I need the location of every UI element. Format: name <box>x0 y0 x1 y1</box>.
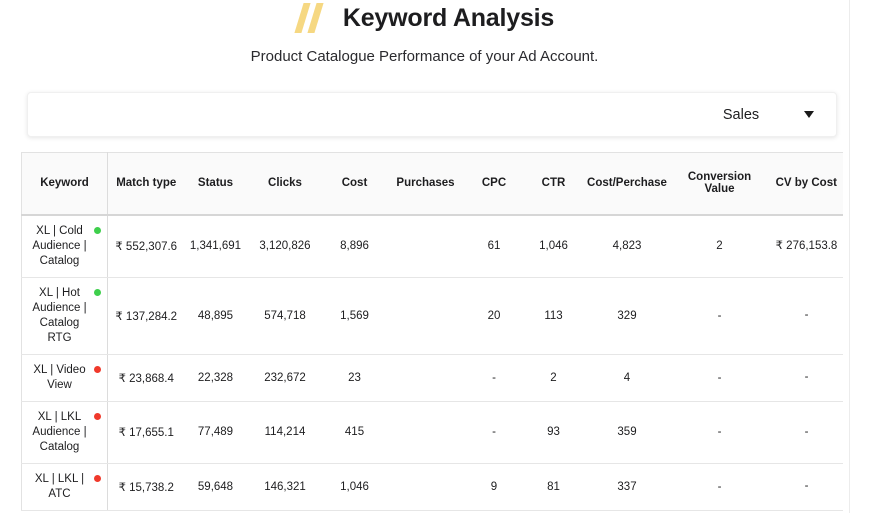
table-row[interactable]: XL | Hot Audience | Catalog RTG ₹ 137,28… <box>21 277 843 355</box>
cell-match-type: ₹ 17,655.1 <box>107 401 185 464</box>
status-dot-icon <box>94 412 101 420</box>
filter-card: Sales <box>27 92 837 137</box>
cell-conversion-value: - <box>669 354 770 402</box>
cell-cost: 8,896 <box>323 214 386 278</box>
column-header-cpc[interactable]: CPC <box>465 152 523 216</box>
cell-clicks: 3,120,826 <box>246 214 324 278</box>
title-row: Keyword Analysis <box>0 0 849 36</box>
cell-cpc: 9 <box>465 463 523 511</box>
cell-cost: 1,046 <box>323 463 386 511</box>
cell-match-type: ₹ 23,868.4 <box>107 354 185 402</box>
cell-cpc: - <box>465 401 523 464</box>
cell-extra-value: ₹ 276,153.8 <box>769 214 843 278</box>
column-header-status[interactable]: Status <box>184 152 247 216</box>
status-dot-icon <box>94 226 101 234</box>
cell-cost-per-purchase: 359 <box>584 401 670 464</box>
metric-select-value: Sales <box>722 106 760 123</box>
table-row[interactable]: XL | LKL Audience | Catalog ₹ 17,655.1 7… <box>21 401 843 464</box>
table-row[interactable]: XL | LKL | ATC ₹ 15,738.2 59,648 146,321… <box>21 463 843 511</box>
column-header-ctr[interactable]: CTR <box>522 152 585 216</box>
double-slash-icon <box>294 3 329 33</box>
column-header-cost-per-purchase[interactable]: Cost/Perchase <box>584 152 670 216</box>
cell-keyword: XL | LKL | ATC <box>21 463 108 511</box>
cell-extra-value: - <box>769 401 843 464</box>
keyword-label: XL | LKL | ATC <box>34 472 85 500</box>
column-header-cv-by-cost[interactable]: CV by Cost <box>769 152 843 216</box>
column-header-purchases[interactable]: Purchases <box>385 152 466 216</box>
cell-keyword: XL | LKL Audience | Catalog <box>21 401 108 464</box>
cell-cost-per-purchase: 337 <box>584 463 670 511</box>
cell-status: 1,341,691 <box>184 214 247 278</box>
cell-cpc: 61 <box>465 214 523 278</box>
keyword-label: XL | Video View <box>33 363 86 391</box>
column-header-clicks[interactable]: Clicks <box>246 152 324 216</box>
cell-keyword: XL | Cold Audience | Catalog <box>21 214 108 278</box>
table-header-row: Keyword Match type Status Clicks Cost Pu… <box>21 152 843 216</box>
page-subtitle: Product Catalogue Performance of your Ad… <box>250 48 599 65</box>
cell-match-type: ₹ 137,284.2 <box>107 277 185 355</box>
chevron-down-icon <box>804 111 814 118</box>
cell-status: 22,328 <box>184 354 247 402</box>
column-header-conversion-value[interactable]: Conversion Value <box>669 152 770 216</box>
column-header-match-type[interactable]: Match type <box>107 152 185 216</box>
cell-cost-per-purchase: 329 <box>584 277 670 355</box>
status-dot-icon <box>94 288 101 296</box>
cell-cost-per-purchase: 4,823 <box>584 214 670 278</box>
cell-ctr: 1,046 <box>522 214 585 278</box>
column-header-cost[interactable]: Cost <box>323 152 386 216</box>
status-dot-icon <box>94 474 101 482</box>
cell-ctr: 2 <box>522 354 585 402</box>
cell-cost: 415 <box>323 401 386 464</box>
cell-cost: 23 <box>323 354 386 402</box>
cell-extra-value: - <box>769 277 843 355</box>
keyword-analysis-page: Keyword Analysis Product Catalogue Perfo… <box>0 0 873 513</box>
cell-ctr: 81 <box>522 463 585 511</box>
cell-status: 77,489 <box>184 401 247 464</box>
table-body: XL | Cold Audience | Catalog ₹ 552,307.6… <box>21 214 843 511</box>
cell-ctr: 93 <box>522 401 585 464</box>
table-header: Keyword Match type Status Clicks Cost Pu… <box>21 152 843 216</box>
column-header-keyword[interactable]: Keyword <box>21 152 108 216</box>
page-header: Keyword Analysis Product Catalogue Perfo… <box>0 0 849 67</box>
cell-conversion-value: - <box>669 277 770 355</box>
cell-ctr: 113 <box>522 277 585 355</box>
cell-clicks: 232,672 <box>246 354 324 402</box>
cell-match-type: ₹ 15,738.2 <box>107 463 185 511</box>
cell-match-type: ₹ 552,307.6 <box>107 214 185 278</box>
cell-clicks: 574,718 <box>246 277 324 355</box>
cell-status: 48,895 <box>184 277 247 355</box>
cell-keyword: XL | Hot Audience | Catalog RTG <box>21 277 108 355</box>
cell-conversion-value: - <box>669 401 770 464</box>
cell-purchases <box>385 277 466 355</box>
page-title: Keyword Analysis <box>342 4 555 32</box>
cell-cpc: - <box>465 354 523 402</box>
cell-extra-value: - <box>769 463 843 511</box>
cell-purchases <box>385 401 466 464</box>
cell-keyword: XL | Video View <box>21 354 108 402</box>
keyword-table: Keyword Match type Status Clicks Cost Pu… <box>21 152 843 511</box>
cell-purchases <box>385 354 466 402</box>
cell-clicks: 146,321 <box>246 463 324 511</box>
cell-conversion-value: - <box>669 463 770 511</box>
keyword-label: XL | LKL Audience | Catalog <box>32 410 87 453</box>
keyword-table-scroll[interactable]: Keyword Match type Status Clicks Cost Pu… <box>21 152 843 513</box>
cell-status: 59,648 <box>184 463 247 511</box>
status-dot-icon <box>94 365 101 373</box>
cell-extra-value: - <box>769 354 843 402</box>
metric-select[interactable]: Sales <box>686 107 826 123</box>
keyword-label: XL | Hot Audience | Catalog RTG <box>32 286 87 344</box>
table-row[interactable]: XL | Video View ₹ 23,868.4 22,328 232,67… <box>21 354 843 402</box>
cell-conversion-value: 2 <box>669 214 770 278</box>
cell-cost-per-purchase: 4 <box>584 354 670 402</box>
table-row[interactable]: XL | Cold Audience | Catalog ₹ 552,307.6… <box>21 214 843 278</box>
cell-cpc: 20 <box>465 277 523 355</box>
cell-cost: 1,569 <box>323 277 386 355</box>
right-rail-divider <box>849 0 873 513</box>
keyword-label: XL | Cold Audience | Catalog <box>32 224 87 267</box>
cell-purchases <box>385 463 466 511</box>
cell-purchases <box>385 214 466 278</box>
cell-clicks: 114,214 <box>246 401 324 464</box>
